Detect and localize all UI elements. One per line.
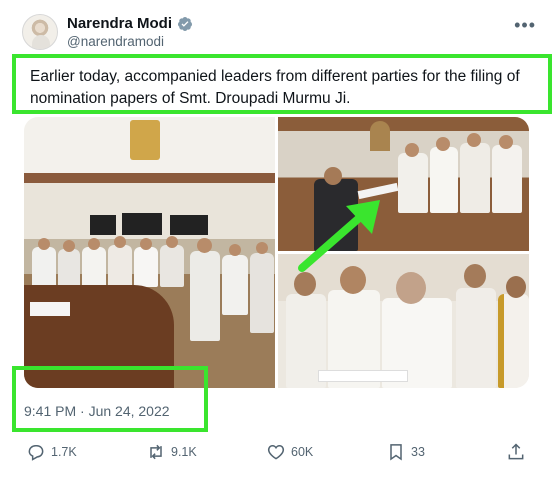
reply-button[interactable]: 1.7K — [26, 442, 77, 462]
like-icon — [267, 444, 285, 460]
tweet-media-grid[interactable] — [24, 117, 529, 388]
repost-button[interactable]: 9.1K — [146, 442, 197, 462]
repost-icon — [150, 444, 162, 460]
tweet-text-highlight: Earlier today, accompanied leaders from … — [12, 54, 552, 114]
avatar[interactable] — [22, 14, 58, 50]
repost-count: 9.1K — [171, 445, 197, 459]
tweet-header: Narendra Modi @narendramodi ••• — [22, 12, 542, 52]
tweet-timestamp[interactable]: 9:41 PM · Jun 24, 2022 — [24, 403, 170, 419]
like-count: 60K — [291, 445, 314, 459]
green-arrow-annotation — [298, 200, 380, 272]
photo-meeting-room[interactable] — [24, 117, 275, 388]
like-button[interactable]: 60K — [266, 442, 313, 462]
author-display-name[interactable]: Narendra Modi — [67, 15, 172, 32]
reply-icon — [28, 445, 44, 461]
bookmark-icon — [390, 444, 402, 461]
more-icon[interactable]: ••• — [514, 15, 536, 36]
tweet-actions: 1.7K 9.1K 60K 33 — [24, 442, 529, 468]
tweet-text: Earlier today, accompanied leaders from … — [30, 68, 520, 107]
bookmark-button[interactable]: 33 — [386, 442, 425, 462]
verified-badge-icon — [178, 16, 193, 31]
reply-count: 1.7K — [51, 445, 77, 459]
share-button[interactable] — [506, 442, 526, 462]
author-name-line: Narendra Modi — [67, 15, 193, 32]
share-icon — [508, 443, 524, 460]
photo-signing-papers[interactable] — [278, 254, 529, 388]
bookmark-count: 33 — [411, 445, 425, 459]
timestamp-highlight — [12, 366, 208, 432]
author-handle[interactable]: @narendramodi — [67, 34, 164, 49]
